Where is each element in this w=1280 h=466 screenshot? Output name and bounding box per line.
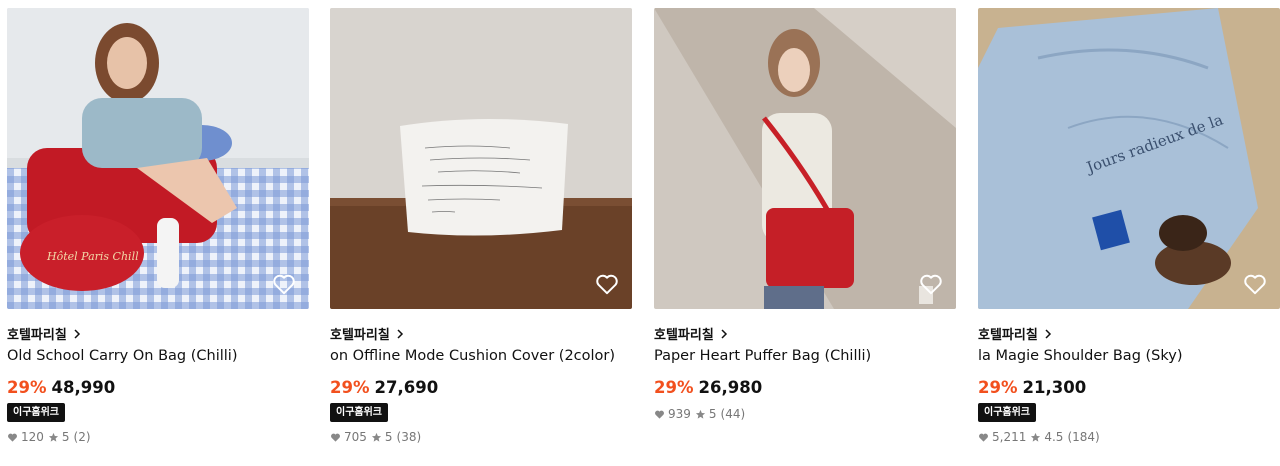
rating-score: 5 — [384, 430, 393, 444]
star-icon — [371, 432, 382, 443]
discount-rate: 29% — [654, 377, 694, 397]
heart-filled-icon — [978, 432, 989, 443]
svg-text:Hôtel Paris Chill: Hôtel Paris Chill — [46, 250, 139, 263]
promo-badge: 이구홈위크 — [978, 403, 1036, 422]
brand-link[interactable]: 호텔파리칠 — [7, 324, 309, 343]
discount-rate: 29% — [7, 377, 47, 397]
discount-rate: 29% — [330, 377, 370, 397]
price-row: 29% 21,300 — [978, 376, 1280, 398]
product-stats: 5,211 4.5 (184) — [978, 429, 1100, 445]
brand-link[interactable]: 호텔파리칠 — [654, 324, 956, 343]
product-stats: 939 5 (44) — [654, 406, 956, 422]
heart-filled-icon — [654, 409, 665, 420]
like-count: 939 — [668, 407, 691, 421]
product-image[interactable]: Hôtel Paris Chill — [7, 8, 309, 309]
discount-rate: 29% — [978, 377, 1018, 397]
brand-link[interactable]: 호텔파리칠 — [330, 324, 632, 343]
price-row: 29% 48,990 — [7, 376, 309, 398]
heart-filled-icon — [330, 432, 341, 443]
brand-name: 호텔파리칠 — [654, 327, 714, 343]
like-count: 705 — [344, 430, 367, 444]
product-card[interactable]: 호텔파리칠 Paper Heart Puffer Bag (Chilli) 29… — [654, 8, 956, 422]
sale-price: 27,690 — [374, 377, 439, 397]
product-stats: 705 5 (38) — [330, 429, 421, 445]
product-card[interactable]: 호텔파리칠 on Offline Mode Cushion Cover (2co… — [330, 8, 632, 422]
product-name[interactable]: on Offline Mode Cushion Cover (2color) — [330, 348, 632, 368]
review-count: (38) — [396, 430, 422, 444]
rating-score: 4.5 — [1044, 430, 1064, 444]
brand-name: 호텔파리칠 — [7, 327, 67, 343]
review-count: (2) — [73, 430, 91, 444]
product-name[interactable]: la Magie Shoulder Bag (Sky) — [978, 348, 1280, 368]
star-icon — [1030, 432, 1041, 443]
sale-price: 26,980 — [698, 377, 763, 397]
brand-name: 호텔파리칠 — [330, 327, 390, 343]
chevron-right-icon — [396, 328, 404, 339]
product-name[interactable]: Paper Heart Puffer Bag (Chilli) — [654, 348, 956, 368]
rating-score: 5 — [708, 407, 717, 421]
promo-badge: 이구홈위크 — [330, 403, 388, 422]
chevron-right-icon — [720, 328, 728, 339]
review-count: (184) — [1067, 430, 1100, 444]
wishlist-heart-icon[interactable] — [918, 271, 944, 297]
product-image[interactable] — [330, 8, 632, 309]
price-row: 29% 26,980 — [654, 376, 956, 398]
price-row: 29% 27,690 — [330, 376, 632, 398]
brand-link[interactable]: 호텔파리칠 — [978, 324, 1280, 343]
product-name[interactable]: Old School Carry On Bag (Chilli) — [7, 348, 309, 368]
product-stats: 120 5 (2) — [7, 429, 91, 445]
wishlist-heart-icon[interactable] — [271, 271, 297, 297]
wishlist-heart-icon[interactable] — [1242, 271, 1268, 297]
product-grid: Hôtel Paris Chill 호텔파리칠 Old School Carry… — [0, 0, 1280, 466]
like-count: 5,211 — [992, 430, 1027, 444]
product-image[interactable] — [654, 8, 956, 309]
product-card[interactable]: Jours radieux de la 호텔파리칠 la Magie Shoul… — [978, 8, 1280, 422]
chevron-right-icon — [73, 328, 81, 339]
product-photo — [330, 8, 632, 309]
rating-score: 5 — [61, 430, 70, 444]
review-count: (44) — [720, 407, 746, 421]
product-photo — [654, 8, 956, 309]
brand-name: 호텔파리칠 — [978, 327, 1038, 343]
product-image[interactable]: Jours radieux de la — [978, 8, 1280, 309]
like-count: 120 — [21, 430, 44, 444]
product-photo: Hôtel Paris Chill — [7, 8, 309, 309]
sale-price: 21,300 — [1022, 377, 1087, 397]
wishlist-heart-icon[interactable] — [594, 271, 620, 297]
promo-badge: 이구홈위크 — [7, 403, 65, 422]
sale-price: 48,990 — [51, 377, 116, 397]
star-icon — [48, 432, 59, 443]
heart-filled-icon — [7, 432, 18, 443]
star-icon — [695, 409, 706, 420]
product-photo: Jours radieux de la — [978, 8, 1280, 309]
product-card[interactable]: Hôtel Paris Chill 호텔파리칠 Old School Carry… — [7, 8, 309, 422]
chevron-right-icon — [1044, 328, 1052, 339]
